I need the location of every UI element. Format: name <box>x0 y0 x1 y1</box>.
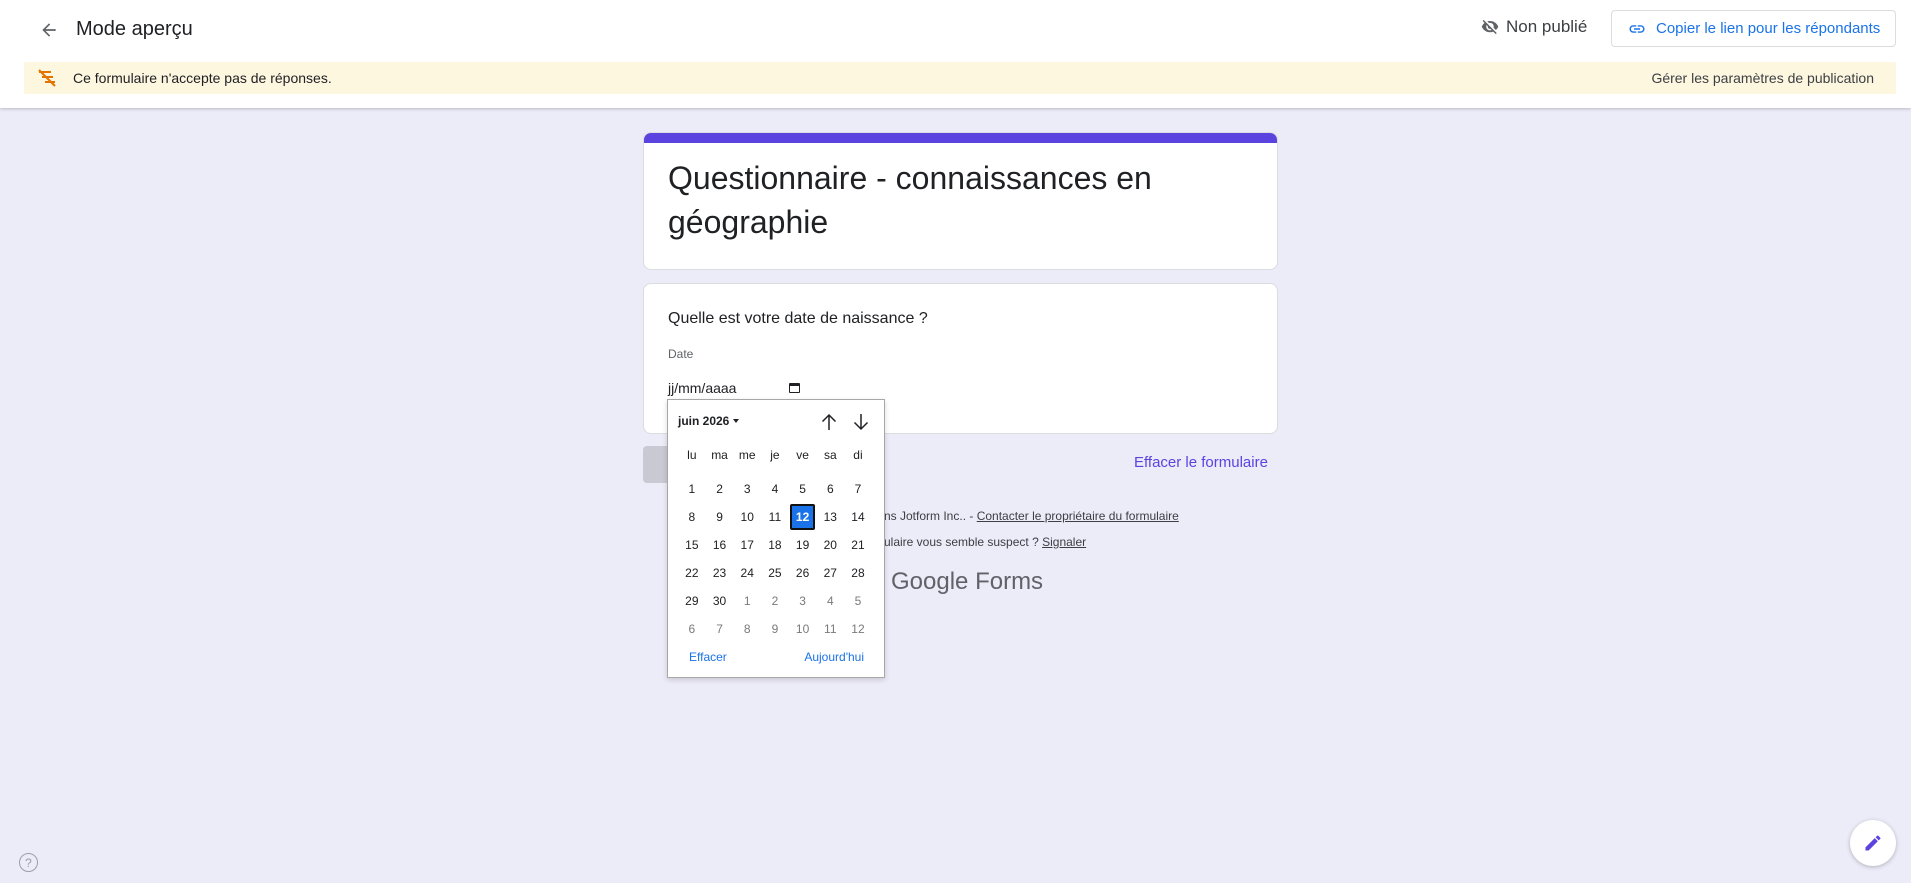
google-forms-logo[interactable]: Google Forms <box>891 568 1043 596</box>
calendar-day[interactable]: 11 <box>762 504 788 530</box>
back-button[interactable] <box>33 14 65 46</box>
calendar-day[interactable]: 9 <box>707 504 733 530</box>
calendar-day[interactable]: 4 <box>762 476 788 502</box>
calendar-day[interactable]: 14 <box>845 504 871 530</box>
theme-accent-bar <box>644 133 1277 143</box>
calendar-day[interactable]: 17 <box>734 532 760 558</box>
calendar-icon[interactable] <box>789 383 800 393</box>
calendar-day[interactable]: 4 <box>817 588 843 614</box>
footer-line-2-text: ulaire vous semble suspect ? <box>884 535 1043 549</box>
forms-wordmark: Forms <box>975 568 1044 595</box>
manage-publish-settings-link[interactable]: Gérer les paramètres de publication <box>1651 70 1874 86</box>
page-title: Mode aperçu <box>76 18 193 40</box>
calendar-day[interactable]: 22 <box>679 560 705 586</box>
banner-message: Ce formulaire n'accepte pas de réponses. <box>73 70 332 86</box>
footer-line-1-text: ns Jotform Inc.. - <box>884 509 977 523</box>
publish-status: Non publié <box>1481 17 1587 37</box>
google-wordmark: Google <box>891 568 969 595</box>
calendar-day[interactable]: 2 <box>707 476 733 502</box>
date-input-value: jj/mm/aaaa <box>668 380 737 396</box>
calendar-day[interactable]: 2 <box>762 588 788 614</box>
publish-status-label: Non publié <box>1506 17 1588 36</box>
calendar-day[interactable]: 13 <box>817 504 843 530</box>
visibility-off-icon <box>1481 20 1499 34</box>
calendar-day[interactable]: 16 <box>707 532 733 558</box>
calendar-day[interactable]: 25 <box>762 560 788 586</box>
calendar-day[interactable]: 21 <box>845 532 871 558</box>
clear-form-button[interactable]: Effacer le formulaire <box>1134 454 1268 471</box>
calendar-day[interactable]: 3 <box>790 588 816 614</box>
calendar-day[interactable]: 3 <box>734 476 760 502</box>
no-responses-icon <box>38 69 56 87</box>
calendar-day[interactable]: 23 <box>707 560 733 586</box>
link-icon <box>1629 24 1645 33</box>
contact-owner-link[interactable]: Contacter le propriétaire du formulaire <box>977 509 1179 523</box>
edit-form-button[interactable] <box>1850 820 1896 866</box>
calendar-day[interactable]: 5 <box>845 588 871 614</box>
form-header-card: Questionnaire - connaissances en géograp… <box>643 132 1278 270</box>
form-title: Questionnaire - connaissances en géograp… <box>668 160 1152 240</box>
caret-down-icon <box>733 419 740 423</box>
footer-line-1: ns Jotform Inc.. - Contacter le propriét… <box>884 509 1179 523</box>
calendar-day[interactable]: 30 <box>707 588 733 614</box>
date-input[interactable]: jj/mm/aaaa <box>668 379 800 397</box>
calendar-day-selected[interactable]: 12 <box>789 504 816 530</box>
calendar-day[interactable]: 8 <box>734 616 760 642</box>
question-sublabel: Date <box>668 347 694 361</box>
arrow-up-icon <box>821 413 837 430</box>
calendar-day[interactable]: 26 <box>790 560 816 586</box>
calendar-day[interactable]: 18 <box>762 532 788 558</box>
calendar-day[interactable]: 29 <box>679 588 705 614</box>
calendar-day[interactable]: 9 <box>762 616 788 642</box>
weekday-header: ve <box>796 448 809 462</box>
calendar-day[interactable]: 24 <box>734 560 760 586</box>
next-month-button[interactable] <box>850 411 872 433</box>
calendar-day[interactable]: 5 <box>790 476 816 502</box>
calendar-day[interactable]: 11 <box>817 616 843 642</box>
arrow-back-icon <box>42 23 56 37</box>
calendar-day[interactable]: 15 <box>679 532 705 558</box>
help-icon[interactable]: ? <box>19 853 38 872</box>
calendar-day[interactable]: 1 <box>679 476 705 502</box>
calendar-grid: lu ma me je ve sa di 1 2 3 4 5 6 7 8 9 10 11 12 13 14 15 16 17 1… <box>678 447 872 643</box>
picker-clear-button[interactable]: Effacer <box>689 650 727 664</box>
calendar-day[interactable]: 1 <box>734 588 760 614</box>
not-accepting-banner: Ce formulaire n'accepte pas de réponses.… <box>24 62 1896 94</box>
calendar-day[interactable]: 19 <box>790 532 816 558</box>
top-bar: Mode aperçu Non publié Copier le lien po… <box>0 0 1911 108</box>
weekday-header: di <box>853 448 863 462</box>
month-year-label: juin 2026 <box>678 414 730 428</box>
copy-responder-link-label: Copier le lien pour les répondants <box>1656 20 1881 37</box>
calendar-day[interactable]: 8 <box>679 504 705 530</box>
calendar-day[interactable]: 10 <box>734 504 760 530</box>
calendar-day[interactable]: 27 <box>817 560 843 586</box>
previous-month-button[interactable] <box>818 411 840 433</box>
report-link[interactable]: Signaler <box>1042 535 1086 549</box>
weekday-header: lu <box>687 448 697 462</box>
footer-line-2: ulaire vous semble suspect ? Signaler <box>884 535 1086 549</box>
calendar-day[interactable]: 28 <box>845 560 871 586</box>
weekday-header: sa <box>823 448 837 462</box>
copy-responder-link-button[interactable]: Copier le lien pour les répondants <box>1611 10 1896 47</box>
pencil-icon <box>1865 835 1881 851</box>
calendar-day[interactable]: 20 <box>817 532 843 558</box>
calendar-day[interactable]: 12 <box>845 616 871 642</box>
question-title: Quelle est votre date de naissance ? <box>668 310 928 327</box>
weekday-header: me <box>738 448 756 462</box>
calendar-day[interactable]: 6 <box>817 476 843 502</box>
date-picker-popup: juin 2026 lu ma me je ve sa di 1 2 3 4 5 6 7 8 9 10 11 12 1… <box>667 399 885 678</box>
month-year-select[interactable]: juin 2026 <box>678 414 740 428</box>
weekday-header: ma <box>711 448 728 462</box>
picker-today-button[interactable]: Aujourd'hui <box>804 650 864 664</box>
calendar-day[interactable]: 7 <box>707 616 733 642</box>
arrow-down-icon <box>853 414 869 431</box>
calendar-day[interactable]: 10 <box>790 616 816 642</box>
calendar-day[interactable]: 7 <box>845 476 871 502</box>
weekday-header: je <box>770 448 780 462</box>
calendar-day[interactable]: 6 <box>679 616 705 642</box>
